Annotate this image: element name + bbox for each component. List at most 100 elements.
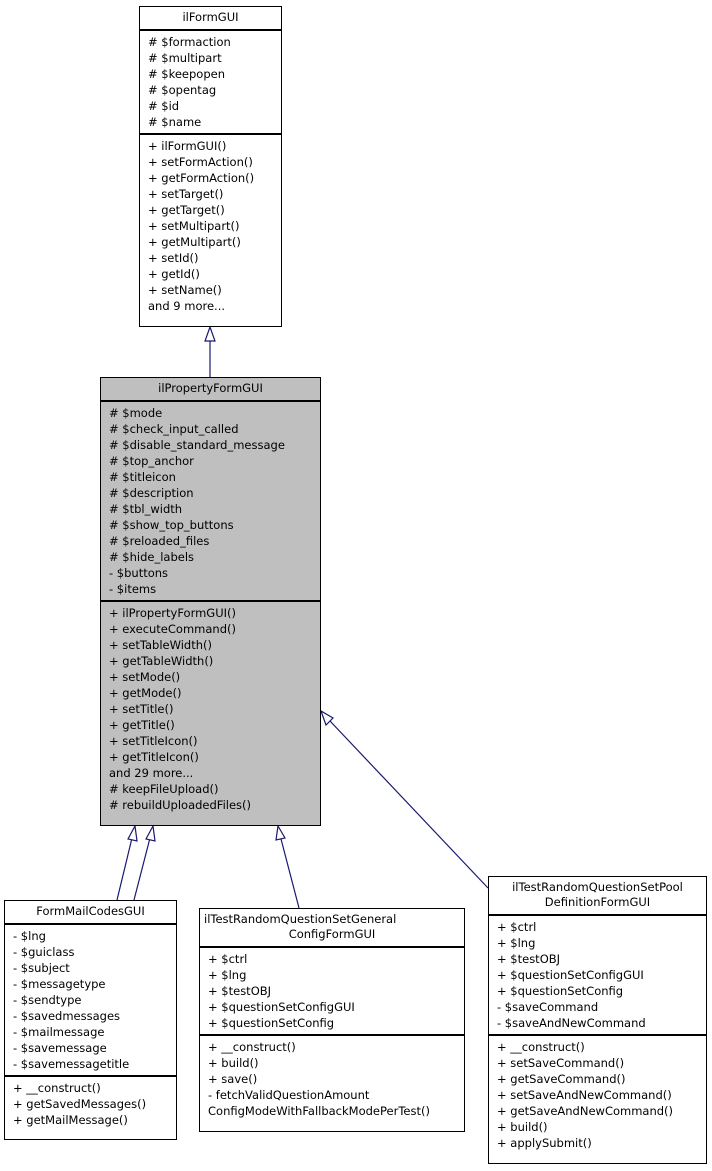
methods-section: + __construct() + build() + save() - fetchV… — [200, 1036, 464, 1122]
method-item: + setTitleIcon() — [109, 734, 198, 748]
attribute-item: # $id — [148, 99, 180, 113]
attribute-item: + $lng — [497, 936, 536, 950]
method-item: + setSaveAndNewCommand() — [497, 1088, 672, 1102]
edge-FormMailCodesGUI-to-ilPropertyFormGUI-1 — [116, 824, 138, 901]
edge-GeneralConfigFormGUI-to-ilPropertyFormGUI — [275, 824, 300, 909]
attribute-item: # $reloaded_files — [109, 534, 210, 548]
attribute-item: - $buttons — [109, 566, 169, 580]
methods-section: + __construct() + getSavedMessages() + get… — [5, 1077, 176, 1131]
inheritance-arrowhead — [127, 824, 138, 842]
class-FormMailCodesGUI[interactable]: FormMailCodesGUI - $lng - $guiclass - $sub… — [4, 900, 177, 1140]
method-item: + setFormAction() — [148, 155, 253, 169]
attribute-item: # $mode — [109, 406, 163, 420]
method-item: + setMultipart() — [148, 219, 240, 233]
method-item: ConfigModeWithFallbackModePerTest() — [208, 1104, 430, 1118]
method-item: + __construct() — [497, 1040, 585, 1054]
class-name-line-2: DefinitionFormGUI — [544, 895, 651, 909]
method-item: + getMode() — [109, 686, 182, 700]
class-ilTestRandomQuestionSetPoolDefinitionFormGUI[interactable]: ilTestRandomQuestionSetPool DefinitionFo… — [488, 876, 707, 1164]
method-item: + getTableWidth() — [109, 654, 214, 668]
method-item: + getTarget() — [148, 203, 225, 217]
method-item: + getSaveCommand() — [497, 1072, 626, 1086]
class-name: ilFormGUI — [140, 7, 281, 31]
attribute-item: # $description — [109, 486, 194, 500]
attributes-section: # $mode # $check_input_called # $disable_s… — [101, 402, 320, 602]
attributes-section: # $formaction # $multipart # $keepopen # $o… — [140, 31, 281, 135]
attribute-item: # $formaction — [148, 35, 231, 49]
method-item: + getSaveAndNewCommand() — [497, 1104, 674, 1118]
method-item: + setTableWidth() — [109, 638, 212, 652]
method-item: + getTitle() — [109, 718, 175, 732]
edge-FormMailCodesGUI-to-ilPropertyFormGUI-2 — [133, 824, 156, 901]
method-item: + getTitleIcon() — [109, 750, 199, 764]
inheritance-arrowhead — [145, 824, 156, 842]
attribute-item: # $titleicon — [109, 470, 176, 484]
attribute-item: - $saveCommand — [497, 1000, 599, 1014]
attribute-item: - $savemessage — [13, 1041, 107, 1055]
method-item: + getMultipart() — [148, 235, 241, 249]
method-item: + getMailMessage() — [13, 1113, 128, 1127]
attribute-item: # $hide_labels — [109, 550, 195, 564]
method-item: and 29 more... — [109, 766, 194, 780]
attribute-item: - $savedmessages — [13, 1009, 121, 1023]
attribute-item: + $lng — [208, 968, 247, 982]
method-item: + getSavedMessages() — [13, 1097, 147, 1111]
attribute-item: - $items — [109, 582, 157, 596]
class-name-line-1: ilTestRandomQuestionSetPool — [512, 880, 683, 894]
attribute-item: - $savemessagetitle — [13, 1057, 130, 1071]
attribute-item: - $mailmessage — [13, 1025, 105, 1039]
attribute-item: + $testOBJ — [497, 952, 561, 966]
method-item: + setMode() — [109, 670, 181, 684]
class-name-line-2: ConfigFormGUI — [288, 927, 376, 941]
attribute-item: + $ctrl — [497, 920, 537, 934]
attribute-item: # $check_input_called — [109, 422, 239, 436]
attribute-item: - $saveAndNewCommand — [497, 1016, 646, 1030]
method-item: - fetchValidQuestionAmount — [208, 1088, 370, 1102]
method-item: + setTarget() — [148, 187, 224, 201]
method-item: + setName() — [148, 283, 222, 297]
method-item: + __construct() — [13, 1081, 101, 1095]
attribute-item: # $opentag — [148, 83, 217, 97]
class-ilPropertyFormGUI[interactable]: ilPropertyFormGUI # $mode # $check_input_… — [100, 377, 321, 826]
method-item: + save() — [208, 1072, 258, 1086]
attribute-item: + $questionSetConfigGUI — [208, 1000, 355, 1014]
attributes-section: + $ctrl + $lng + $testOBJ + $questionSetCon… — [200, 948, 464, 1036]
method-item: + executeCommand() — [109, 622, 236, 636]
attribute-item: # $top_anchor — [109, 454, 194, 468]
method-item: + setSaveCommand() — [497, 1056, 625, 1070]
methods-section: + __construct() + setSaveCommand() + getSa… — [489, 1036, 706, 1154]
method-item: # keepFileUpload() — [109, 782, 219, 796]
attributes-section: + $ctrl + $lng + $testOBJ + $questionSetCon… — [489, 916, 706, 1036]
attribute-item: + $questionSetConfigGUI — [497, 968, 644, 982]
edge-PoolDefinitionFormGUI-to-ilPropertyFormGUI — [319, 709, 489, 889]
method-item: # rebuildUploadedFiles() — [109, 798, 251, 812]
class-name: FormMailCodesGUI — [5, 901, 176, 925]
class-ilFormGUI[interactable]: ilFormGUI # $formaction # $multipart # $ke… — [139, 6, 282, 327]
attribute-item: # $keepopen — [148, 67, 226, 81]
method-item: + applySubmit() — [497, 1136, 592, 1150]
attribute-item: # $multipart — [148, 51, 222, 65]
method-item: + build() — [208, 1056, 259, 1070]
attribute-item: - $subject — [13, 961, 70, 975]
method-item: + build() — [497, 1120, 548, 1134]
attribute-item: + $ctrl — [208, 952, 248, 966]
edge-ilPropertyFormGUI-to-ilFormGUI — [204, 325, 216, 377]
attribute-item: - $guiclass — [13, 945, 75, 959]
attribute-item: + $questionSetConfig — [497, 984, 624, 998]
method-item: + __construct() — [208, 1040, 296, 1054]
method-item: + setTitle() — [109, 702, 174, 716]
attribute-item: # $name — [148, 115, 202, 129]
methods-section: + ilPropertyFormGUI() + executeCommand() +… — [101, 602, 320, 816]
class-name: ilPropertyFormGUI — [101, 378, 320, 402]
method-item: and 9 more... — [148, 299, 226, 313]
attributes-section: - $lng - $guiclass - $subject - $messagetyp… — [5, 925, 176, 1077]
class-name: ilTestRandomQuestionSetGeneral ConfigFor… — [200, 909, 464, 948]
inheritance-arrowhead — [275, 824, 286, 841]
attribute-item: # $tbl_width — [109, 502, 183, 516]
inheritance-arrowhead — [204, 325, 216, 342]
attribute-item: + $questionSetConfig — [208, 1016, 335, 1030]
method-item: + getId() — [148, 267, 200, 281]
attribute-item: - $messagetype — [13, 977, 106, 991]
attribute-item: - $sendtype — [13, 993, 82, 1007]
class-ilTestRandomQuestionSetGeneralConfigFormGUI[interactable]: ilTestRandomQuestionSetGeneral ConfigFor… — [199, 908, 465, 1132]
